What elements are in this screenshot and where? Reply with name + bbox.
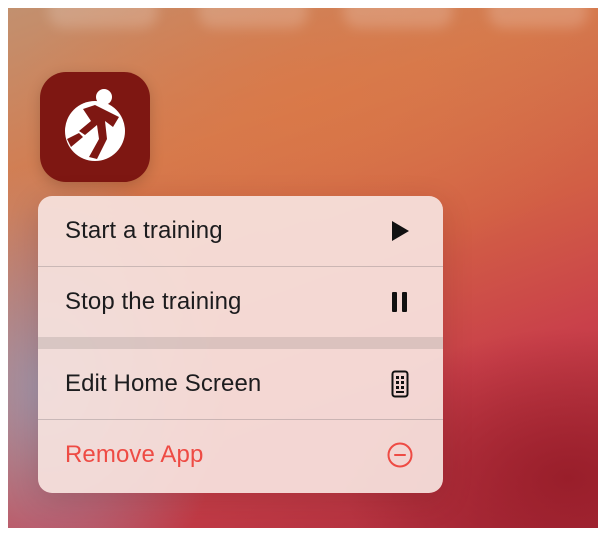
blurred-app-icon — [198, 8, 308, 28]
menu-item-label: Stop the training — [65, 288, 242, 315]
play-icon — [387, 218, 413, 244]
menu-item-label: Edit Home Screen — [65, 370, 262, 397]
start-training-menu-item[interactable]: Start a training — [38, 196, 443, 266]
pause-icon — [387, 289, 413, 315]
menu-group-separator — [38, 337, 443, 349]
runner-globe-icon — [65, 89, 125, 161]
minus-circle-icon — [387, 442, 413, 468]
menu-item-label: Remove App — [65, 441, 204, 468]
edit-home-screen-menu-item[interactable]: Edit Home Screen — [38, 349, 443, 419]
blurred-app-icon — [343, 8, 453, 28]
menu-item-label: Start a training — [65, 217, 223, 244]
app-icon[interactable] — [40, 72, 150, 182]
blurred-app-icon — [488, 8, 588, 28]
context-menu: Start a training Stop the training Edit … — [38, 196, 443, 493]
stop-training-menu-item[interactable]: Stop the training — [38, 267, 443, 337]
blurred-app-icon — [48, 8, 158, 28]
remove-app-menu-item[interactable]: Remove App — [38, 420, 443, 490]
phone-apps-icon — [387, 370, 413, 398]
